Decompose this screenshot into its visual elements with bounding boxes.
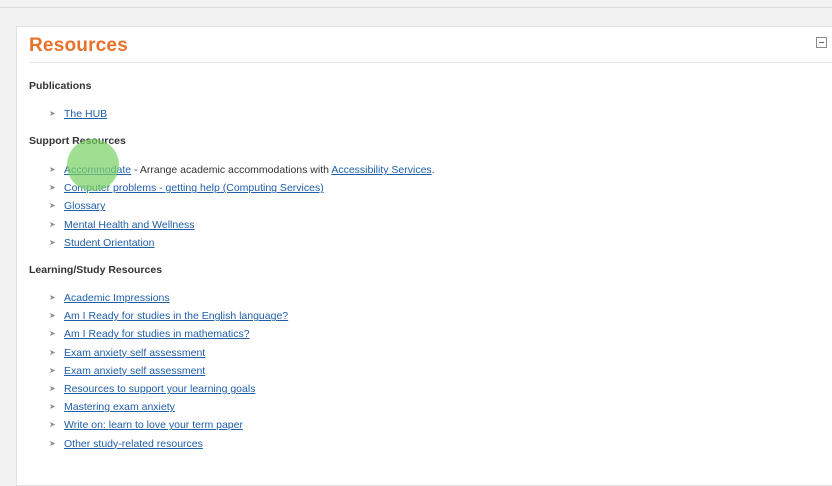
list-item: ➤ Am I Ready for studies in the English … [47, 307, 288, 325]
section-heading-support-resources: Support Resources [29, 135, 126, 147]
block-title: Resources [29, 35, 128, 56]
list-item: ➤ Computer problems - getting help (Comp… [47, 179, 435, 197]
publications-list: ➤ The HUB [47, 105, 107, 123]
list-item: ➤ Exam anxiety self assessment [47, 344, 288, 362]
link-glossary[interactable]: Glossary [64, 200, 105, 212]
section-heading-learning-resources: Learning/Study Resources [29, 264, 163, 276]
chevron-right-icon: ➤ [49, 311, 56, 321]
list-item: ➤ The HUB [47, 105, 107, 123]
link-academic-impressions[interactable]: Academic Impressions [64, 292, 170, 304]
link-mastering-exam-anxiety[interactable]: Mastering exam anxiety [64, 401, 175, 413]
collapse-icon[interactable] [816, 37, 827, 48]
list-item: ➤ Am I Ready for studies in mathematics? [47, 325, 288, 343]
list-item: ➤ Mastering exam anxiety [47, 398, 288, 416]
link-english-readiness[interactable]: Am I Ready for studies in the English la… [64, 310, 288, 322]
link-math-readiness[interactable]: Am I Ready for studies in mathematics? [64, 328, 250, 340]
chevron-right-icon: ➤ [49, 365, 56, 375]
link-mental-health[interactable]: Mental Health and Wellness [64, 219, 195, 231]
list-item: ➤ Resources to support your learning goa… [47, 380, 288, 398]
chevron-right-icon: ➤ [49, 329, 56, 339]
accommodate-description: - Arrange academic accommodations with [131, 164, 332, 176]
list-item: ➤ Student Orientation [47, 234, 435, 252]
link-student-orientation[interactable]: Student Orientation [64, 237, 154, 249]
chevron-right-icon: ➤ [49, 293, 56, 302]
list-item: ➤ Other study-related resources [47, 435, 288, 453]
link-exam-anxiety-assessment[interactable]: Exam anxiety self assessment [64, 347, 205, 359]
chevron-right-icon: ➤ [49, 383, 56, 393]
list-item: ➤ Academic Impressions [47, 289, 288, 307]
list-item: ➤ Accommodate - Arrange academic accommo… [47, 161, 435, 179]
chevron-right-icon: ➤ [49, 201, 56, 211]
link-accessibility-services[interactable]: Accessibility Services [331, 164, 431, 176]
link-other-study-resources[interactable]: Other study-related resources [64, 438, 203, 450]
chevron-right-icon: ➤ [49, 237, 56, 247]
chevron-right-icon: ➤ [49, 438, 56, 448]
resources-block: Resources Publications ➤ The HUB Support… [16, 26, 832, 486]
chevron-right-icon: ➤ [49, 109, 56, 118]
section-heading-publications: Publications [29, 80, 92, 92]
link-accommodate[interactable]: Accommodate [64, 164, 131, 176]
support-resources-list: ➤ Accommodate - Arrange academic accommo… [47, 161, 435, 252]
chevron-right-icon: ➤ [49, 165, 56, 174]
title-divider [29, 62, 832, 63]
chevron-right-icon: ➤ [49, 402, 56, 412]
link-learning-goals[interactable]: Resources to support your learning goals [64, 383, 255, 395]
list-item: ➤ Write on: learn to love your term pape… [47, 416, 288, 434]
list-item: ➤ Mental Health and Wellness [47, 216, 435, 234]
chevron-right-icon: ➤ [49, 183, 56, 193]
link-the-hub[interactable]: The HUB [64, 108, 107, 120]
list-item: ➤ Exam anxiety self assessment [47, 362, 288, 380]
chevron-right-icon: ➤ [49, 219, 56, 229]
sentence-period: . [431, 164, 435, 176]
list-item: ➤ Glossary [47, 197, 435, 215]
link-write-on[interactable]: Write on: learn to love your term paper [64, 419, 243, 431]
link-exam-anxiety-assessment-2[interactable]: Exam anxiety self assessment [64, 365, 205, 377]
chevron-right-icon: ➤ [49, 347, 56, 357]
learning-resources-list: ➤ Academic Impressions ➤ Am I Ready for … [47, 289, 288, 453]
link-computer-problems[interactable]: Computer problems - getting help (Comput… [64, 182, 324, 194]
chevron-right-icon: ➤ [49, 420, 56, 430]
top-page-strip [0, 0, 832, 8]
